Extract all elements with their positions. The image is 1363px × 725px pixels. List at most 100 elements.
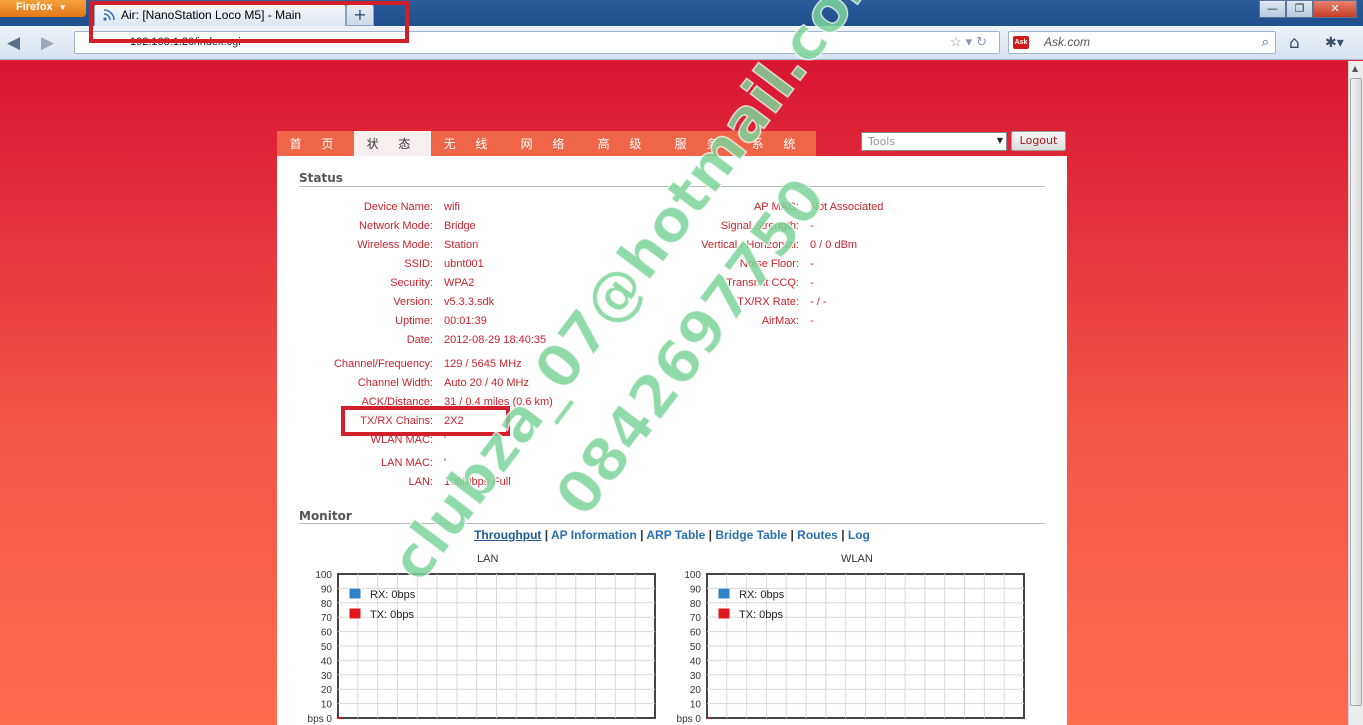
y-tick-label: bps 0 [677,714,702,725]
status-section-title: Status [299,171,343,185]
logout-button[interactable]: Logout [1011,131,1066,151]
status-label: Channel/Frequency: [333,358,433,370]
status-panel: Status Device Name: wifi Network Mode: Brid… [277,156,1067,725]
status-row: Channel/Frequency: [277,357,433,371]
y-tick-label: 30 [321,671,333,682]
legend-label: TX: 0bps [370,609,415,621]
tools-dropdown-value: Tools [868,135,896,148]
monitor-link-5[interactable]: Log [848,528,870,542]
tools-dropdown[interactable]: Tools ▼ [861,132,1007,151]
status-row: Channel Width: [277,376,433,390]
legend-swatch [348,607,362,620]
legend-label: RX: 0bps [739,589,785,601]
menu-item-3[interactable]: 网 络 [508,131,585,156]
y-tick-label: 10 [321,700,333,711]
search-input[interactable]: Ask Ask.com ⌕ [1008,31,1276,54]
y-tick-label: 100 [315,570,332,581]
tab-highlight-box [89,1,409,43]
y-tick-label: bps 0 [308,714,333,725]
status-row: LAN MAC: [277,456,433,470]
lan-throughput-chart: 100 90 80 70 60 50 40 30 20 10 bps 0 RX: 0bps TX: 0b… [308,570,656,725]
firefox-menu-button[interactable]: Firefox ▼ [0,0,86,17]
legend-swatch [717,607,731,620]
forward-icon[interactable]: ▶ [41,33,54,53]
scroll-up-icon[interactable]: ▲ [1352,64,1358,73]
status-row: AirMax: [277,314,799,328]
window-controls: — ❐ ✕ [1259,0,1357,18]
search-placeholder: Ask.com [1044,35,1091,49]
y-tick-label: 40 [690,656,702,667]
search-icon[interactable]: ⌕ [1262,34,1269,50]
status-label: Noise Floor: [739,258,799,270]
status-value: - [810,258,814,270]
monitor-link-1[interactable]: AP Information [551,528,637,542]
menu-item-0[interactable]: 首 页 [277,131,354,156]
vertical-scrollbar[interactable]: ▲ [1348,61,1363,725]
monitor-link-3[interactable]: Bridge Table [715,528,787,542]
y-tick-label: 30 [690,671,702,682]
home-icon[interactable]: ⌂ [1289,33,1300,53]
status-value: Auto 20 / 40 MHz [444,377,529,389]
ask-engine-icon[interactable]: Ask [1013,36,1029,49]
y-tick-label: 90 [321,584,333,595]
menu-item-4[interactable]: 高 级 [585,131,662,156]
status-value: - [810,220,814,232]
y-tick-label: 20 [690,685,702,696]
y-tick-label: 70 [690,613,702,624]
link-separator: | [708,528,712,542]
menu-item-6[interactable]: 系 统 [739,131,816,156]
y-tick-label: 50 [690,642,702,653]
chains-highlight-box [341,406,510,436]
maximize-button[interactable]: ❐ [1286,0,1313,18]
chevron-down-icon: ▼ [58,3,67,12]
status-value: - / - [810,296,827,308]
legend-label: RX: 0bps [370,589,416,601]
status-value: 100Mbps-Full [444,476,511,488]
menu-item-2[interactable]: 无 线 [431,131,508,156]
divider [299,186,1045,187]
status-value: - [810,277,814,289]
y-tick-label: 10 [690,700,702,711]
minimize-button[interactable]: — [1259,0,1286,18]
menu-item-5[interactable]: 服 务 [662,131,739,156]
status-row: Date: [277,333,433,347]
legend-swatch [717,587,731,600]
status-row: Vertical / Horizontal: [277,238,799,252]
status-label: LAN MAC: [381,457,433,469]
monitor-link-2[interactable]: ARP Table [646,528,705,542]
status-label: TX/RX Rate: [737,296,799,308]
status-label: Channel Width: [357,377,433,389]
monitor-section-title: Monitor [299,509,352,523]
status-value: ' [444,457,447,469]
status-value: Not Associated [810,201,884,213]
close-button[interactable]: ✕ [1313,0,1357,18]
y-tick-label: 60 [321,628,333,639]
status-label: Vertical / Horizontal: [701,239,799,251]
y-tick-label: 80 [690,599,702,610]
y-tick-label: 50 [321,642,333,653]
firefox-menu-label: Firefox [16,1,53,13]
status-row: Noise Floor: [277,257,799,271]
status-row: TX/RX Rate: [277,295,799,309]
scrollbar-thumb[interactable] [1350,78,1362,706]
status-value: 129 / 5645 MHz [444,358,522,370]
y-tick-label: 100 [684,570,701,581]
legend-swatch [348,587,362,600]
wlan-chart-title: WLAN [841,553,873,565]
monitor-link-4[interactable]: Routes [797,528,838,542]
monitor-link-0[interactable]: Throughput [474,528,541,542]
menu-item-1[interactable]: 状 态 [354,131,431,156]
status-label: Signal Strength: [720,220,799,232]
status-label: LAN: [408,476,433,488]
status-label: AP MAC: [753,201,799,213]
bookmark-star-icon[interactable]: ☆▾↻ [950,34,991,50]
status-row: Signal Strength: [277,219,799,233]
bookmarks-icon[interactable]: ✱▾ [1325,35,1344,51]
status-row: AP MAC: [277,200,799,214]
status-label: Transmit CCQ: [726,277,799,289]
dropdown-arrow-icon: ▼ [996,136,1003,145]
y-tick-label: 20 [321,685,333,696]
back-icon[interactable]: ◀ [7,33,20,53]
main-menu: 首 页状 态无 线网 络高 级服 务系 统 [277,131,816,156]
status-label: Date: [406,334,433,346]
